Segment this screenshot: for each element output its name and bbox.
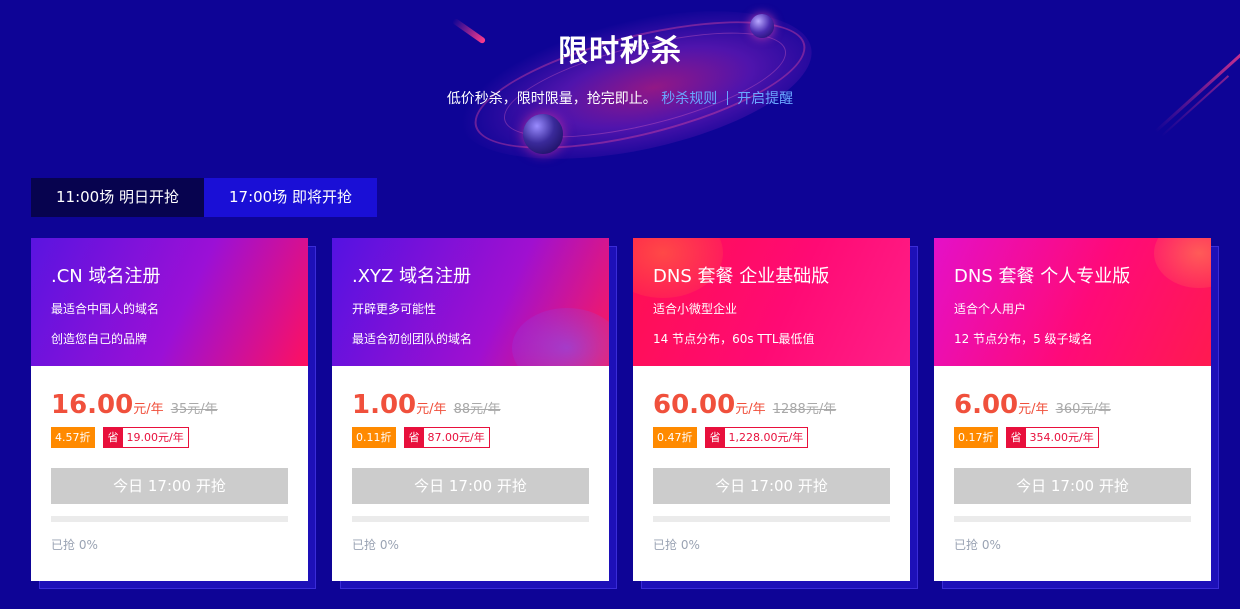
card-panel: DNS 套餐 个人专业版 适合个人用户 12 节点分布，5 级子域名 6.00元… <box>934 238 1211 581</box>
card-desc-line2: 14 节点分布，60s TTL最低值 <box>653 332 815 346</box>
price-line: 6.00元/年 360元/年 <box>954 390 1191 420</box>
rules-link[interactable]: 秒杀规则 <box>661 91 717 107</box>
discount-badge: 4.57折 <box>51 426 95 448</box>
original-price: 360元/年 <box>1055 402 1111 417</box>
price-badges: 0.17折 省 354.00元/年 <box>954 426 1191 448</box>
card-header: DNS 套餐 企业基础版 适合小微型企业 14 节点分布，60s TTL最低值 <box>633 238 910 366</box>
original-price: 1288元/年 <box>772 402 837 417</box>
sold-percentage: 已抢 0% <box>352 538 399 552</box>
page-title: 限时秒杀 <box>558 34 682 69</box>
original-price: 35元/年 <box>170 402 218 417</box>
link-divider <box>726 91 728 105</box>
session-tabs: 11:00场 明日开抢 17:00场 即将开抢 <box>31 178 377 217</box>
price-badges: 4.57折 省 19.00元/年 <box>51 426 288 448</box>
product-card: .CN 域名注册 最适合中国人的域名 创造您自己的品牌 16.00元/年 35元… <box>31 238 316 589</box>
savings-badge: 省 354.00元/年 <box>1005 426 1099 448</box>
savings-amount: 1,228.00元/年 <box>728 430 804 444</box>
sold-percentage: 已抢 0% <box>51 538 98 552</box>
sold-progress-bar <box>51 516 288 522</box>
card-desc-line1: 适合小微型企业 <box>653 302 738 316</box>
card-title: .CN 域名注册 <box>51 266 161 287</box>
discount-badge: 0.17折 <box>954 426 998 448</box>
card-desc-line1: 开辟更多可能性 <box>352 302 437 316</box>
buy-button[interactable]: 今日 17:00 开抢 <box>352 468 589 504</box>
savings-amount: 354.00元/年 <box>1029 430 1094 444</box>
product-card: .XYZ 域名注册 开辟更多可能性 最适合初创团队的域名 1.00元/年 88元… <box>332 238 617 589</box>
savings-badge: 省 87.00元/年 <box>403 426 490 448</box>
sold-progress-bar <box>653 516 890 522</box>
savings-tag: 省 <box>705 427 725 447</box>
savings-tag: 省 <box>103 427 123 447</box>
page-header: 限时秒杀 低价秒杀，限时限量，抢完即止。 秒杀规则 开启提醒 <box>0 26 1240 108</box>
product-cards: .CN 域名注册 最适合中国人的域名 创造您自己的品牌 16.00元/年 35元… <box>31 238 1221 589</box>
tab-session-1700[interactable]: 17:00场 即将开抢 <box>204 178 377 217</box>
product-card: DNS 套餐 企业基础版 适合小微型企业 14 节点分布，60s TTL最低值 … <box>633 238 918 589</box>
tab-session-1100[interactable]: 11:00场 明日开抢 <box>31 178 204 217</box>
card-panel: DNS 套餐 企业基础版 适合小微型企业 14 节点分布，60s TTL最低值 … <box>633 238 910 581</box>
card-desc-line2: 创造您自己的品牌 <box>51 332 148 346</box>
card-body: 1.00元/年 88元/年 0.11折 省 87.00元/年 今日 17:00 … <box>332 366 609 553</box>
sale-price: 16.00 <box>51 390 134 420</box>
card-desc-line1: 最适合中国人的域名 <box>51 302 160 316</box>
planet-large-decoration <box>523 114 563 154</box>
savings-badge: 省 19.00元/年 <box>102 426 189 448</box>
page-subtitle: 低价秒杀，限时限量，抢完即止。 秒杀规则 开启提醒 <box>0 88 1240 108</box>
sale-price: 60.00 <box>653 390 736 420</box>
price-unit: 元/年 <box>1018 402 1049 417</box>
buy-button[interactable]: 今日 17:00 开抢 <box>653 468 890 504</box>
sold-percentage: 已抢 0% <box>653 538 700 552</box>
price-line: 1.00元/年 88元/年 <box>352 390 589 420</box>
sold-progress-bar <box>352 516 589 522</box>
price-unit: 元/年 <box>133 402 164 417</box>
card-header: .XYZ 域名注册 开辟更多可能性 最适合初创团队的域名 <box>332 238 609 366</box>
card-header: .CN 域名注册 最适合中国人的域名 创造您自己的品牌 <box>31 238 308 366</box>
card-desc-line2: 12 节点分布，5 级子域名 <box>954 332 1093 346</box>
card-desc-line2: 最适合初创团队的域名 <box>352 332 473 346</box>
price-line: 16.00元/年 35元/年 <box>51 390 288 420</box>
buy-button[interactable]: 今日 17:00 开抢 <box>954 468 1191 504</box>
savings-amount: 87.00元/年 <box>427 430 485 444</box>
sale-price: 1.00 <box>352 390 417 420</box>
price-line: 60.00元/年 1288元/年 <box>653 390 890 420</box>
discount-badge: 0.11折 <box>352 426 396 448</box>
discount-badge: 0.47折 <box>653 426 697 448</box>
savings-tag: 省 <box>1006 427 1026 447</box>
card-panel: .CN 域名注册 最适合中国人的域名 创造您自己的品牌 16.00元/年 35元… <box>31 238 308 581</box>
price-unit: 元/年 <box>416 402 447 417</box>
price-badges: 0.11折 省 87.00元/年 <box>352 426 589 448</box>
product-card: DNS 套餐 个人专业版 适合个人用户 12 节点分布，5 级子域名 6.00元… <box>934 238 1219 589</box>
original-price: 88元/年 <box>453 402 501 417</box>
sale-price: 6.00 <box>954 390 1019 420</box>
card-body: 6.00元/年 360元/年 0.17折 省 354.00元/年 今日 17:0… <box>934 366 1211 553</box>
card-header: DNS 套餐 个人专业版 适合个人用户 12 节点分布，5 级子域名 <box>934 238 1211 366</box>
price-unit: 元/年 <box>735 402 766 417</box>
sold-progress-bar <box>954 516 1191 522</box>
card-title: .XYZ 域名注册 <box>352 266 472 287</box>
savings-badge: 省 1,228.00元/年 <box>704 426 809 448</box>
savings-amount: 19.00元/年 <box>126 430 184 444</box>
sold-percentage: 已抢 0% <box>954 538 1001 552</box>
price-badges: 0.47折 省 1,228.00元/年 <box>653 426 890 448</box>
buy-button[interactable]: 今日 17:00 开抢 <box>51 468 288 504</box>
card-panel: .XYZ 域名注册 开辟更多可能性 最适合初创团队的域名 1.00元/年 88元… <box>332 238 609 581</box>
savings-tag: 省 <box>404 427 424 447</box>
card-body: 60.00元/年 1288元/年 0.47折 省 1,228.00元/年 今日 … <box>633 366 910 553</box>
subtitle-text: 低价秒杀，限时限量，抢完即止。 <box>446 91 657 107</box>
card-body: 16.00元/年 35元/年 4.57折 省 19.00元/年 今日 17:00… <box>31 366 308 553</box>
card-title: DNS 套餐 企业基础版 <box>653 266 830 287</box>
card-title: DNS 套餐 个人专业版 <box>954 266 1131 287</box>
card-desc-line1: 适合个人用户 <box>954 302 1027 316</box>
remind-link[interactable]: 开启提醒 <box>737 91 793 107</box>
